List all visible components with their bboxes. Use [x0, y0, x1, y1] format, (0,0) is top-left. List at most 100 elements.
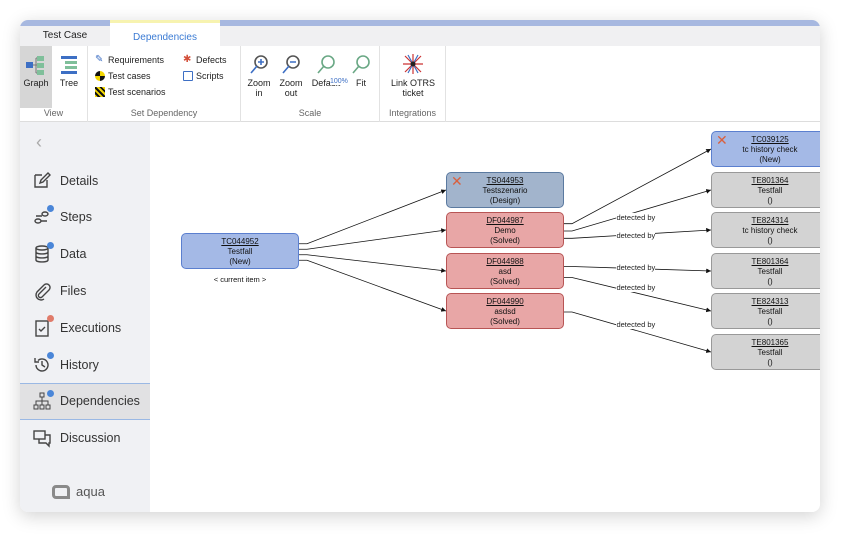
node-id-link[interactable]: TE824314 [712, 216, 820, 226]
dependency-edge [299, 228, 447, 250]
zoom-out-icon [282, 55, 300, 74]
requirements-icon: ✎ [95, 54, 104, 65]
graph-node[interactable]: DF044987 Demo (Solved) [446, 212, 564, 248]
test-scenarios-button[interactable]: Test scenarios [95, 87, 166, 97]
sidebar-item-label: Data [60, 247, 87, 262]
node-status: () [767, 277, 773, 286]
tree-icon [61, 56, 77, 74]
graph-node[interactable]: TE824313 Testfall() [711, 293, 820, 329]
node-status: () [767, 317, 773, 326]
test-scenarios-icon [95, 87, 105, 97]
ribbon: Graph Tree View ✎ Requirements Test cases… [20, 46, 820, 122]
graph-node[interactable]: DF044990 asdsd (Solved) [446, 293, 564, 329]
current-item-label: < current item > [213, 275, 267, 284]
graph-node[interactable]: DF044988 asd (Solved) [446, 253, 564, 289]
scale-group: Zoom in Zoom out 100% Default Fit Scale [241, 46, 380, 122]
sidebar-item-details[interactable]: Details [20, 162, 150, 199]
edge-label: detected by [616, 262, 656, 272]
node-id-link[interactable]: TE801364 [712, 176, 820, 186]
sidebar-item-files[interactable]: Files [20, 272, 150, 309]
node-id-link[interactable]: DF044988 [447, 257, 563, 267]
node-id-link[interactable]: TE801364 [712, 257, 820, 267]
edge-label: detected by [616, 230, 656, 240]
graph-label: Graph [23, 78, 49, 88]
collapse-chevron-icon[interactable]: ‹ [36, 132, 42, 153]
notification-dot [47, 204, 54, 212]
edit-icon [34, 171, 51, 188]
test-cases-button[interactable]: Test cases [95, 71, 151, 81]
tab-test-case[interactable]: Test Case [20, 26, 110, 46]
dependency-edge [299, 189, 447, 245]
view-group: Graph Tree View [20, 46, 88, 122]
dependency-edge [564, 311, 712, 353]
node-status: (Solved) [490, 277, 520, 286]
node-id-link[interactable]: TE801365 [712, 338, 820, 348]
chat-icon [33, 430, 51, 448]
zoom-in-icon [250, 55, 268, 74]
fit-button[interactable]: Fit [346, 54, 376, 88]
notification-dot [47, 241, 54, 249]
zoom-out-button[interactable]: Zoom out [276, 54, 306, 98]
node-name: Testszenario [482, 186, 528, 195]
zoom-in-label-1: Zoom [247, 78, 271, 88]
integrations-label: Integrations [388, 108, 437, 118]
sidebar-item-label: History [60, 357, 99, 372]
graph-view-button[interactable]: Graph [20, 46, 52, 108]
set-dependency-label: Set Dependency [130, 108, 198, 118]
sidebar-item-history[interactable]: History [20, 346, 150, 383]
sidebar-item-data[interactable]: Data [20, 236, 150, 273]
node-id-link[interactable]: TC044952 [182, 237, 298, 247]
node-name: tc history check [742, 226, 798, 235]
requirements-button[interactable]: ✎ Requirements [95, 54, 164, 66]
node-status: (New) [229, 257, 251, 266]
edge-label: detected by [616, 283, 656, 293]
bug-icon: ✱ [183, 54, 192, 65]
set-dependency-group: ✎ Requirements Test cases Test scenarios … [88, 46, 241, 122]
node-id-link[interactable]: TE824313 [712, 297, 820, 307]
graph-node[interactable]: TE801364 Testfall() [711, 253, 820, 289]
tab-bar: Test Case Dependencies [20, 20, 820, 46]
node-id-link[interactable]: DF044987 [447, 216, 563, 226]
sidebar-item-executions[interactable]: Executions [20, 309, 150, 346]
tab-dependencies[interactable]: Dependencies [110, 20, 220, 46]
node-id-link[interactable]: DF044990 [447, 297, 563, 307]
default-zoom-button[interactable]: 100% Default [308, 54, 348, 88]
defects-button[interactable]: ✱ Defects [183, 54, 227, 66]
link-label-1: Link OTRS [390, 78, 435, 88]
graph-node[interactable]: TE801365 Testfall() [711, 334, 820, 370]
remove-icon[interactable]: ✕ [716, 133, 728, 147]
test-scenarios-label: Test scenarios [108, 87, 166, 97]
zoom-in-button[interactable]: Zoom in [244, 54, 274, 98]
graph-node[interactable]: ✕ TS044953 Testszenario (Design) [446, 172, 564, 208]
sidebar-item-dependencies[interactable]: Dependencies [20, 382, 150, 420]
fit-icon [352, 55, 370, 74]
graph-node[interactable]: TE801364 Testfall() [711, 172, 820, 208]
link-otrs-button[interactable]: Link OTRS ticket [382, 52, 444, 98]
node-id-link[interactable]: TS044953 [447, 176, 563, 186]
node-id-link[interactable]: TC039125 [712, 135, 820, 145]
node-name: asdsd [494, 307, 516, 316]
scale-label: Scale [298, 108, 322, 118]
sidebar-item-steps[interactable]: Steps [20, 199, 150, 236]
tree-view-button[interactable]: Tree [54, 54, 84, 88]
graph-node[interactable]: ✕ TC039125 tc history check (New) [711, 131, 820, 167]
graph-node[interactable]: TE824314 tc history check() [711, 212, 820, 248]
node-name: Demo [494, 226, 516, 235]
remove-icon[interactable]: ✕ [451, 174, 463, 188]
app-window: Test Case Dependencies Graph Tree View ✎… [20, 20, 820, 512]
node-name: Testfall [757, 186, 783, 195]
sidebar-item-discussion[interactable]: Discussion [20, 420, 150, 457]
node-status: (New) [759, 155, 781, 164]
aqua-logo-text: aqua [76, 484, 105, 499]
dependency-edge [564, 189, 712, 232]
view-group-label: View [43, 108, 64, 118]
sidebar-item-label: Dependencies [60, 394, 140, 409]
otrs-link-icon [403, 54, 423, 74]
node-status: (Solved) [490, 236, 520, 245]
node-name: Testfall [757, 307, 783, 316]
sidebar-item-label: Files [60, 283, 87, 298]
graph-node[interactable]: TC044952 Testfall (New) [181, 233, 299, 269]
dependency-graph[interactable]: TC044952 Testfall (New) ✕ TS044953 Testszenar… [150, 122, 820, 512]
scripts-button[interactable]: Scripts [183, 71, 224, 81]
tree-label: Tree [59, 78, 79, 88]
